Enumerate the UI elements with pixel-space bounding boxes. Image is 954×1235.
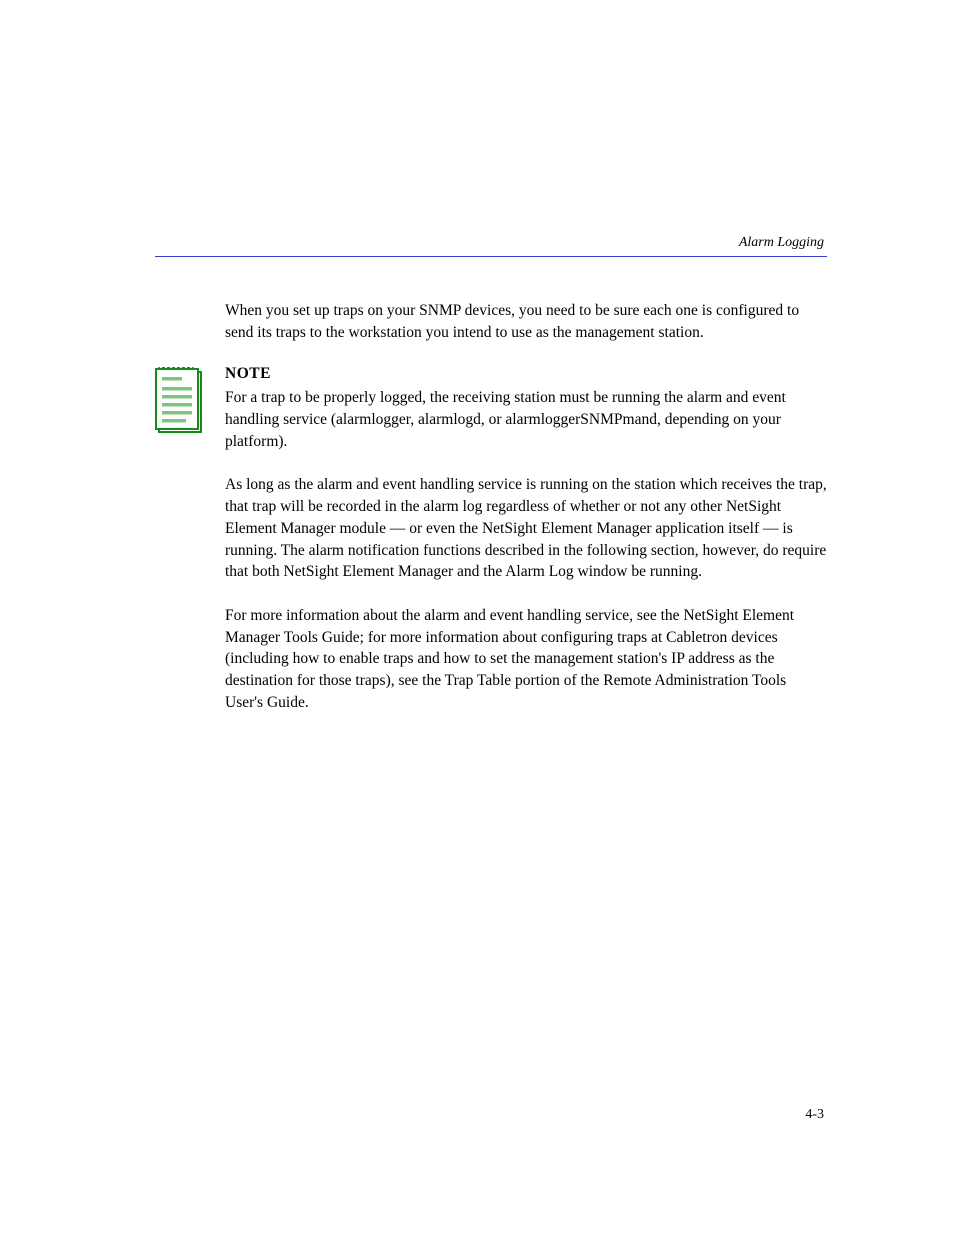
note-label: NOTE [225,365,827,383]
header-divider [155,256,827,257]
note-block: NOTE For a trap to be properly logged, t… [155,365,827,452]
page-number: 4-3 [805,1107,824,1123]
paragraph-2: As long as the alarm and event handling … [225,474,827,582]
notepad-icon [155,367,203,438]
paragraph-3: For more information about the alarm and… [225,605,827,713]
paragraph-1: When you set up traps on your SNMP devic… [225,300,827,343]
page-content: When you set up traps on your SNMP devic… [155,300,827,735]
running-header: Alarm Logging [739,235,824,251]
note-body: For a trap to be properly logged, the re… [225,387,827,452]
